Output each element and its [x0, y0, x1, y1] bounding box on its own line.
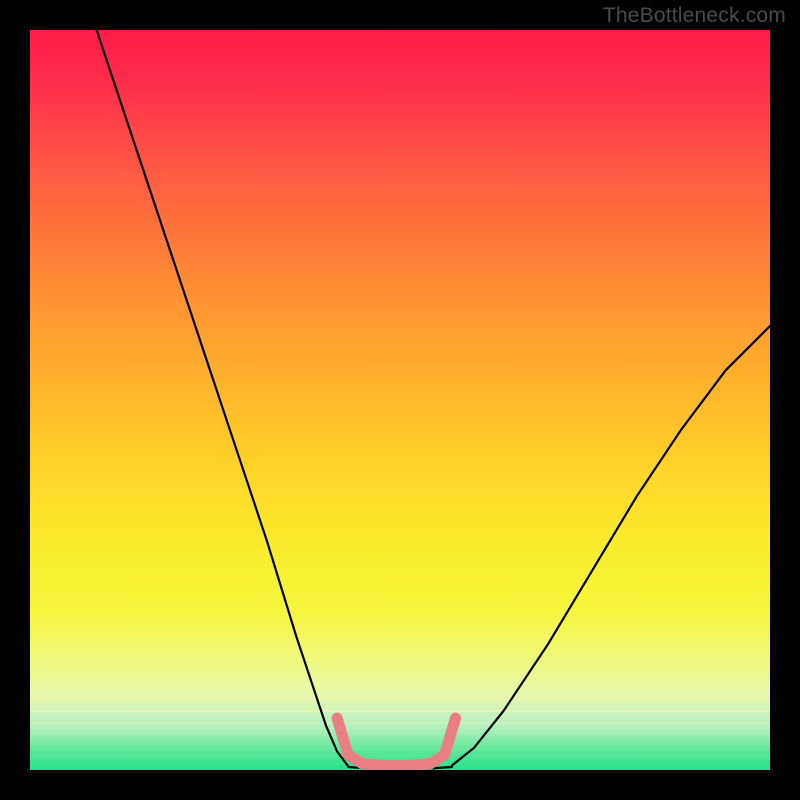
right-curve-path — [452, 326, 770, 766]
chart-stage: TheBottleneck.com — [0, 0, 800, 800]
highlight-band-path — [337, 718, 455, 765]
left-curve-path — [97, 30, 349, 766]
attribution-label: TheBottleneck.com — [603, 4, 786, 28]
plot-area — [30, 30, 770, 770]
curve-layer — [30, 30, 770, 770]
